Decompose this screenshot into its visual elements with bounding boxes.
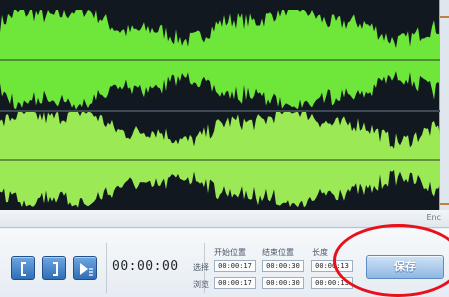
waveform-view[interactable] [0,0,440,213]
audio-editor-window: Enc 00:00:00 开始位置 结束位置 长度 选择 浏览 00:00:17… [0,0,449,297]
preview-start-field[interactable]: 00:00:17 [214,277,256,289]
bracket-right-icon [53,262,58,276]
bracket-left-icon [21,262,26,276]
play-selection-button[interactable] [73,256,97,280]
waveform-graphic [0,10,440,208]
length-header: 长度 [312,248,328,257]
current-time-display: 00:00:00 [112,259,179,274]
end-position-header: 结束位置 [262,248,294,257]
save-button[interactable]: 保存 [366,255,444,279]
selection-row-label: 选择 [193,263,209,272]
preview-length-field[interactable]: 00:00:13 [311,277,353,289]
set-start-marker-button[interactable] [11,256,35,280]
vertical-scale [440,0,449,228]
scale-marker [440,203,449,205]
preview-end-field[interactable]: 00:00:30 [262,277,304,289]
selection-length-field[interactable]: 00:00:13 [311,260,353,272]
end-marker-label: Enc [426,213,441,222]
set-end-marker-button[interactable] [42,256,66,280]
control-bar: 00:00:00 开始位置 结束位置 长度 选择 浏览 00:00:17 00:… [0,229,449,297]
divider [106,243,107,293]
scale-marker [440,16,449,18]
timeline-ruler[interactable]: Enc [0,210,449,228]
preview-row-label: 浏览 [193,280,209,289]
selection-start-field[interactable]: 00:00:17 [214,260,256,272]
start-position-header: 开始位置 [214,248,246,257]
selection-end-field[interactable]: 00:00:30 [262,260,304,272]
play-selection-icon [80,263,93,276]
